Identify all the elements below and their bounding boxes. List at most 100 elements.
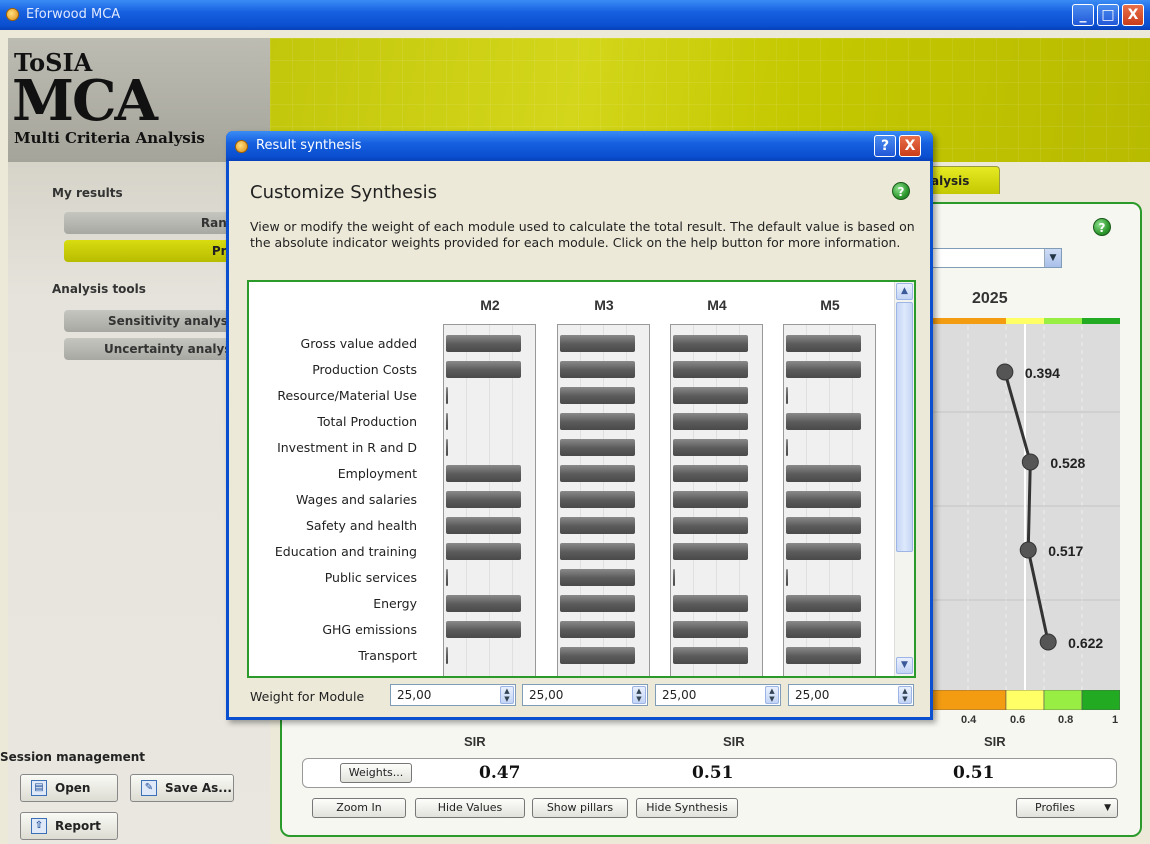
profile-value-label: 0.517 bbox=[1048, 543, 1083, 559]
show-pillars-button[interactable]: Show pillars bbox=[532, 798, 628, 818]
weight-bar[interactable] bbox=[673, 621, 748, 638]
weight-bar[interactable] bbox=[786, 413, 861, 430]
weight-bar[interactable] bbox=[786, 335, 861, 352]
weight-bar[interactable] bbox=[673, 413, 748, 430]
profiles-dropdown[interactable]: Profiles ▼ bbox=[1016, 798, 1118, 818]
weights-button[interactable]: Weights... bbox=[340, 763, 412, 783]
weight-bar[interactable] bbox=[560, 465, 635, 482]
scale-label-0-6: 0.6 bbox=[1010, 714, 1026, 726]
close-button[interactable]: X bbox=[1122, 4, 1144, 26]
hide-synthesis-button[interactable]: Hide Synthesis bbox=[636, 798, 738, 818]
weight-bar[interactable] bbox=[560, 621, 635, 638]
scenario-select[interactable]: ▼ bbox=[930, 248, 1062, 268]
year-label: 2025 bbox=[972, 290, 1008, 307]
scroll-up-icon[interactable]: ▲ bbox=[896, 283, 913, 300]
weight-bar[interactable] bbox=[560, 413, 635, 430]
chevron-down-icon: ▼ bbox=[1104, 803, 1111, 813]
weight-bar[interactable] bbox=[786, 517, 861, 534]
weight-spinner-m4[interactable]: 25,00 ▲ ▼ bbox=[655, 684, 781, 706]
weight-bar[interactable] bbox=[560, 543, 635, 560]
save-as-button[interactable]: ✎ Save As... bbox=[130, 774, 234, 802]
weight-bar[interactable] bbox=[446, 595, 521, 612]
spinner-arrows-icon[interactable]: ▲ ▼ bbox=[500, 686, 514, 704]
indicator-label: GHG emissions bbox=[322, 622, 417, 637]
logo-mca: MCA bbox=[12, 68, 158, 134]
weight-bar[interactable] bbox=[560, 647, 635, 664]
scroll-down-icon[interactable]: ▼ bbox=[896, 657, 913, 674]
open-button[interactable]: ▤ Open bbox=[20, 774, 118, 802]
weight-bar[interactable] bbox=[446, 439, 448, 456]
weight-bar[interactable] bbox=[673, 543, 748, 560]
weight-bar[interactable] bbox=[446, 413, 448, 430]
weight-bar[interactable] bbox=[560, 595, 635, 612]
weight-bar[interactable] bbox=[446, 465, 521, 482]
weight-bar[interactable] bbox=[446, 517, 521, 534]
spinner-arrows-icon[interactable]: ▲ ▼ bbox=[632, 686, 646, 704]
weight-bar[interactable] bbox=[560, 439, 635, 456]
maximize-button[interactable]: □ bbox=[1097, 4, 1119, 26]
matrix-scrollbar[interactable]: ▲ ▼ bbox=[894, 282, 914, 676]
spinner-arrows-icon[interactable]: ▲ ▼ bbox=[765, 686, 779, 704]
weight-bar[interactable] bbox=[560, 387, 635, 404]
weight-bar[interactable] bbox=[560, 361, 635, 378]
profile-point[interactable] bbox=[1019, 541, 1037, 559]
module-column-m3[interactable] bbox=[557, 324, 650, 676]
profile-point[interactable] bbox=[996, 363, 1014, 381]
weight-bar[interactable] bbox=[786, 387, 788, 404]
module-header-m3: M3 bbox=[594, 297, 614, 313]
weight-bar[interactable] bbox=[673, 335, 748, 352]
weight-bar[interactable] bbox=[446, 387, 448, 404]
content-help-icon[interactable]: ? bbox=[1093, 218, 1111, 236]
weight-bar[interactable] bbox=[673, 647, 748, 664]
weight-bar[interactable] bbox=[786, 439, 788, 456]
module-column-m2[interactable] bbox=[443, 324, 536, 676]
module-weight-matrix: M2 M3 M4 M5 Gross value added Production Cost… bbox=[247, 280, 916, 678]
weight-bar[interactable] bbox=[446, 621, 521, 638]
zoom-in-button[interactable]: Zoom In bbox=[312, 798, 406, 818]
sir-value-1: 0.47 bbox=[479, 763, 521, 783]
weight-bar[interactable] bbox=[786, 569, 788, 586]
weight-bar[interactable] bbox=[560, 569, 635, 586]
weight-bar[interactable] bbox=[786, 491, 861, 508]
weight-bar[interactable] bbox=[673, 595, 748, 612]
weight-bar[interactable] bbox=[786, 465, 861, 482]
weight-bar[interactable] bbox=[786, 647, 861, 664]
weight-bar[interactable] bbox=[560, 517, 635, 534]
weight-spinner-m3[interactable]: 25,00 ▲ ▼ bbox=[522, 684, 648, 706]
weight-bar[interactable] bbox=[446, 569, 448, 586]
dialog-help-icon[interactable]: ? bbox=[892, 182, 910, 200]
weight-bar[interactable] bbox=[446, 335, 521, 352]
weight-bar[interactable] bbox=[673, 517, 748, 534]
weight-bar[interactable] bbox=[673, 491, 748, 508]
weight-bar[interactable] bbox=[673, 439, 748, 456]
profile-point[interactable] bbox=[1039, 633, 1057, 651]
weight-bar[interactable] bbox=[786, 595, 861, 612]
hide-values-button[interactable]: Hide Values bbox=[415, 798, 525, 818]
minimize-button[interactable]: _ bbox=[1072, 4, 1094, 26]
weight-bar[interactable] bbox=[786, 361, 861, 378]
indicator-label: Production Costs bbox=[312, 362, 417, 377]
weight-bar[interactable] bbox=[446, 361, 521, 378]
dialog-help-button[interactable]: ? bbox=[874, 135, 896, 157]
weight-bar[interactable] bbox=[786, 621, 861, 638]
weight-bar[interactable] bbox=[673, 387, 748, 404]
spinner-arrows-icon[interactable]: ▲ ▼ bbox=[898, 686, 912, 704]
weight-bar[interactable] bbox=[786, 543, 861, 560]
weight-bar[interactable] bbox=[673, 465, 748, 482]
weight-bar[interactable] bbox=[446, 647, 448, 664]
module-column-m4[interactable] bbox=[670, 324, 763, 676]
report-button[interactable]: ⇧ Report bbox=[20, 812, 118, 840]
weight-bar[interactable] bbox=[560, 491, 635, 508]
dialog-close-button[interactable]: X bbox=[899, 135, 921, 157]
weight-bar[interactable] bbox=[673, 569, 675, 586]
profile-point[interactable] bbox=[1021, 453, 1039, 471]
weight-value-m2: 25,00 bbox=[397, 688, 432, 702]
weight-spinner-m5[interactable]: 25,00 ▲ ▼ bbox=[788, 684, 914, 706]
module-column-m5[interactable] bbox=[783, 324, 876, 676]
scroll-thumb[interactable] bbox=[896, 302, 913, 552]
weight-bar[interactable] bbox=[446, 543, 521, 560]
weight-bar[interactable] bbox=[673, 361, 748, 378]
weight-spinner-m2[interactable]: 25,00 ▲ ▼ bbox=[390, 684, 516, 706]
weight-bar[interactable] bbox=[446, 491, 521, 508]
weight-bar[interactable] bbox=[560, 335, 635, 352]
